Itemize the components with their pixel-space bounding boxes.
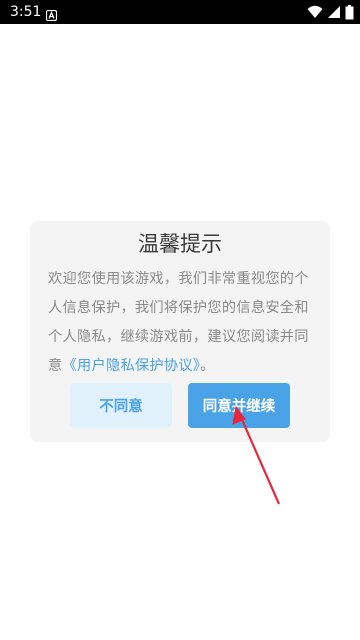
cellular-signal-icon [327, 5, 341, 19]
dialog-message: 欢迎您使用该游戏，我们非常重视您的个人信息保护，我们将保护您的信息安全和个人隐私… [48, 265, 318, 381]
dialog-body-end: 。 [200, 358, 215, 374]
wifi-icon [307, 5, 323, 19]
dialog-title: 温馨提示 [138, 232, 222, 256]
privacy-policy-link[interactable]: 《用户隐私保护协议》 [63, 358, 201, 374]
status-bar: 3:51 [0, 0, 360, 24]
a-square-icon [45, 6, 58, 22]
disagree-button[interactable]: 不同意 [70, 383, 172, 428]
privacy-dialog: 温馨提示 欢迎您使用该游戏，我们非常重视您的个人信息保护，我们将保护您的信息安全… [30, 221, 330, 442]
battery-icon [345, 4, 354, 20]
status-time: 3:51 [10, 4, 42, 20]
agree-and-continue-button[interactable]: 同意并继续 [188, 383, 290, 428]
status-icons [307, 4, 354, 20]
